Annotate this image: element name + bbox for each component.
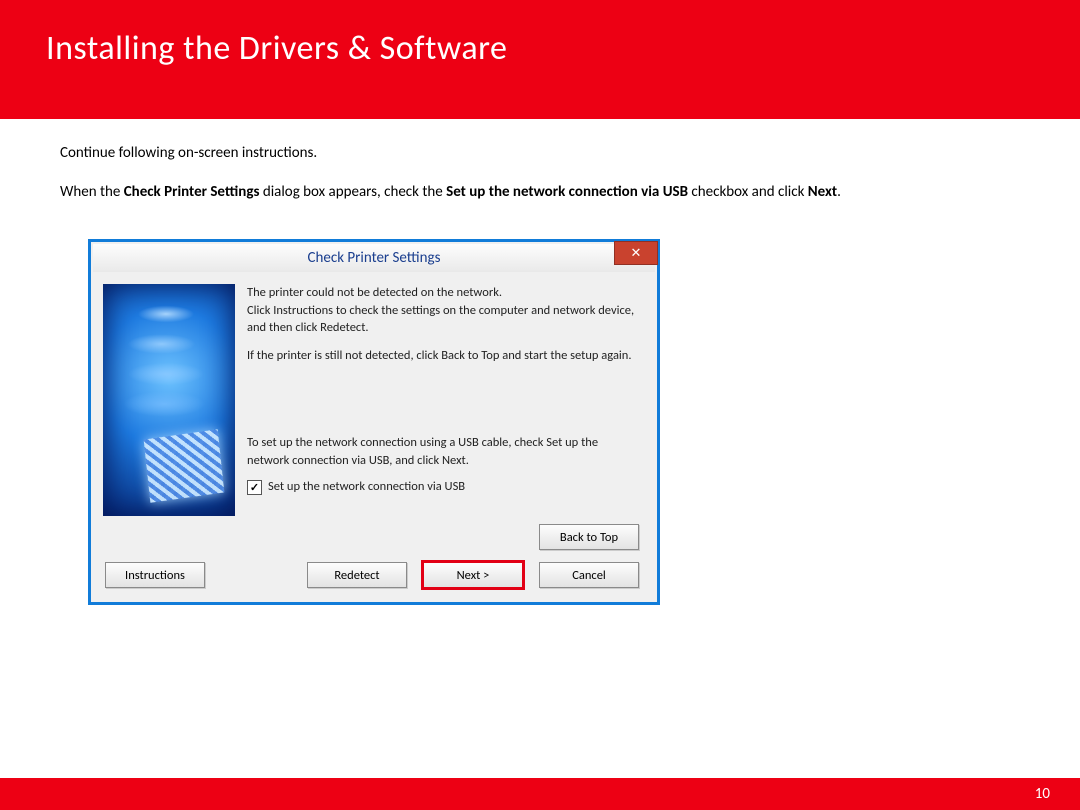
- instructions-button[interactable]: Instructions: [105, 562, 205, 588]
- dialog-paragraph-3: To set up the network connection using a…: [247, 434, 639, 469]
- dialog-paragraph-2: If the printer is still not detected, cl…: [247, 347, 639, 365]
- spacer: [247, 374, 639, 434]
- dialog-illustration: [103, 284, 235, 516]
- setup-usb-checkbox[interactable]: [247, 480, 262, 495]
- button-row-right: Redetect Next > Cancel: [307, 562, 639, 588]
- page-header: Installing the Drivers & Software: [0, 0, 1080, 119]
- page-title: Installing the Drivers & Software: [46, 28, 1080, 69]
- intro-line-2: When the Check Printer Settings dialog b…: [60, 182, 1040, 203]
- intro-line-1: Continue following on-screen instruction…: [60, 143, 1040, 164]
- close-button[interactable]: ✕: [614, 241, 658, 265]
- cancel-button[interactable]: Cancel: [539, 562, 639, 588]
- next-button[interactable]: Next >: [423, 562, 523, 588]
- checkbox-label: Set up the network connection via USB: [268, 479, 465, 496]
- intro-text: checkbox and click: [688, 183, 808, 201]
- back-to-top-row: Back to Top: [93, 520, 655, 556]
- page-footer: 10: [0, 778, 1080, 810]
- intro-text: When the: [60, 183, 124, 201]
- close-icon: ✕: [631, 246, 642, 261]
- intro-bold-next: Next: [808, 183, 837, 201]
- page-body: Continue following on-screen instruction…: [0, 119, 1040, 605]
- dialog-body: The printer could not be detected on the…: [93, 272, 655, 520]
- intro-bold-setup-usb: Set up the network connection via USB: [446, 183, 688, 201]
- intro-text: dialog box appears, check the: [259, 183, 446, 201]
- dialog-button-row: Instructions Redetect Next > Cancel: [93, 556, 655, 600]
- check-printer-settings-dialog: Check Printer Settings ✕ The printer cou…: [88, 239, 660, 605]
- page-number: 10: [1035, 785, 1050, 803]
- dialog-paragraph-1: The printer could not be detected on the…: [247, 284, 639, 337]
- intro-bold-check-printer-settings: Check Printer Settings: [124, 183, 260, 201]
- back-to-top-button[interactable]: Back to Top: [539, 524, 639, 550]
- document-page: Installing the Drivers & Software Contin…: [0, 0, 1080, 810]
- dialog-titlebar: Check Printer Settings ✕: [93, 244, 655, 272]
- dialog-text-area: The printer could not be detected on the…: [235, 284, 645, 516]
- redetect-button[interactable]: Redetect: [307, 562, 407, 588]
- dialog-title: Check Printer Settings: [308, 249, 441, 267]
- intro-text: .: [837, 183, 841, 201]
- checkbox-row: Set up the network connection via USB: [247, 479, 639, 496]
